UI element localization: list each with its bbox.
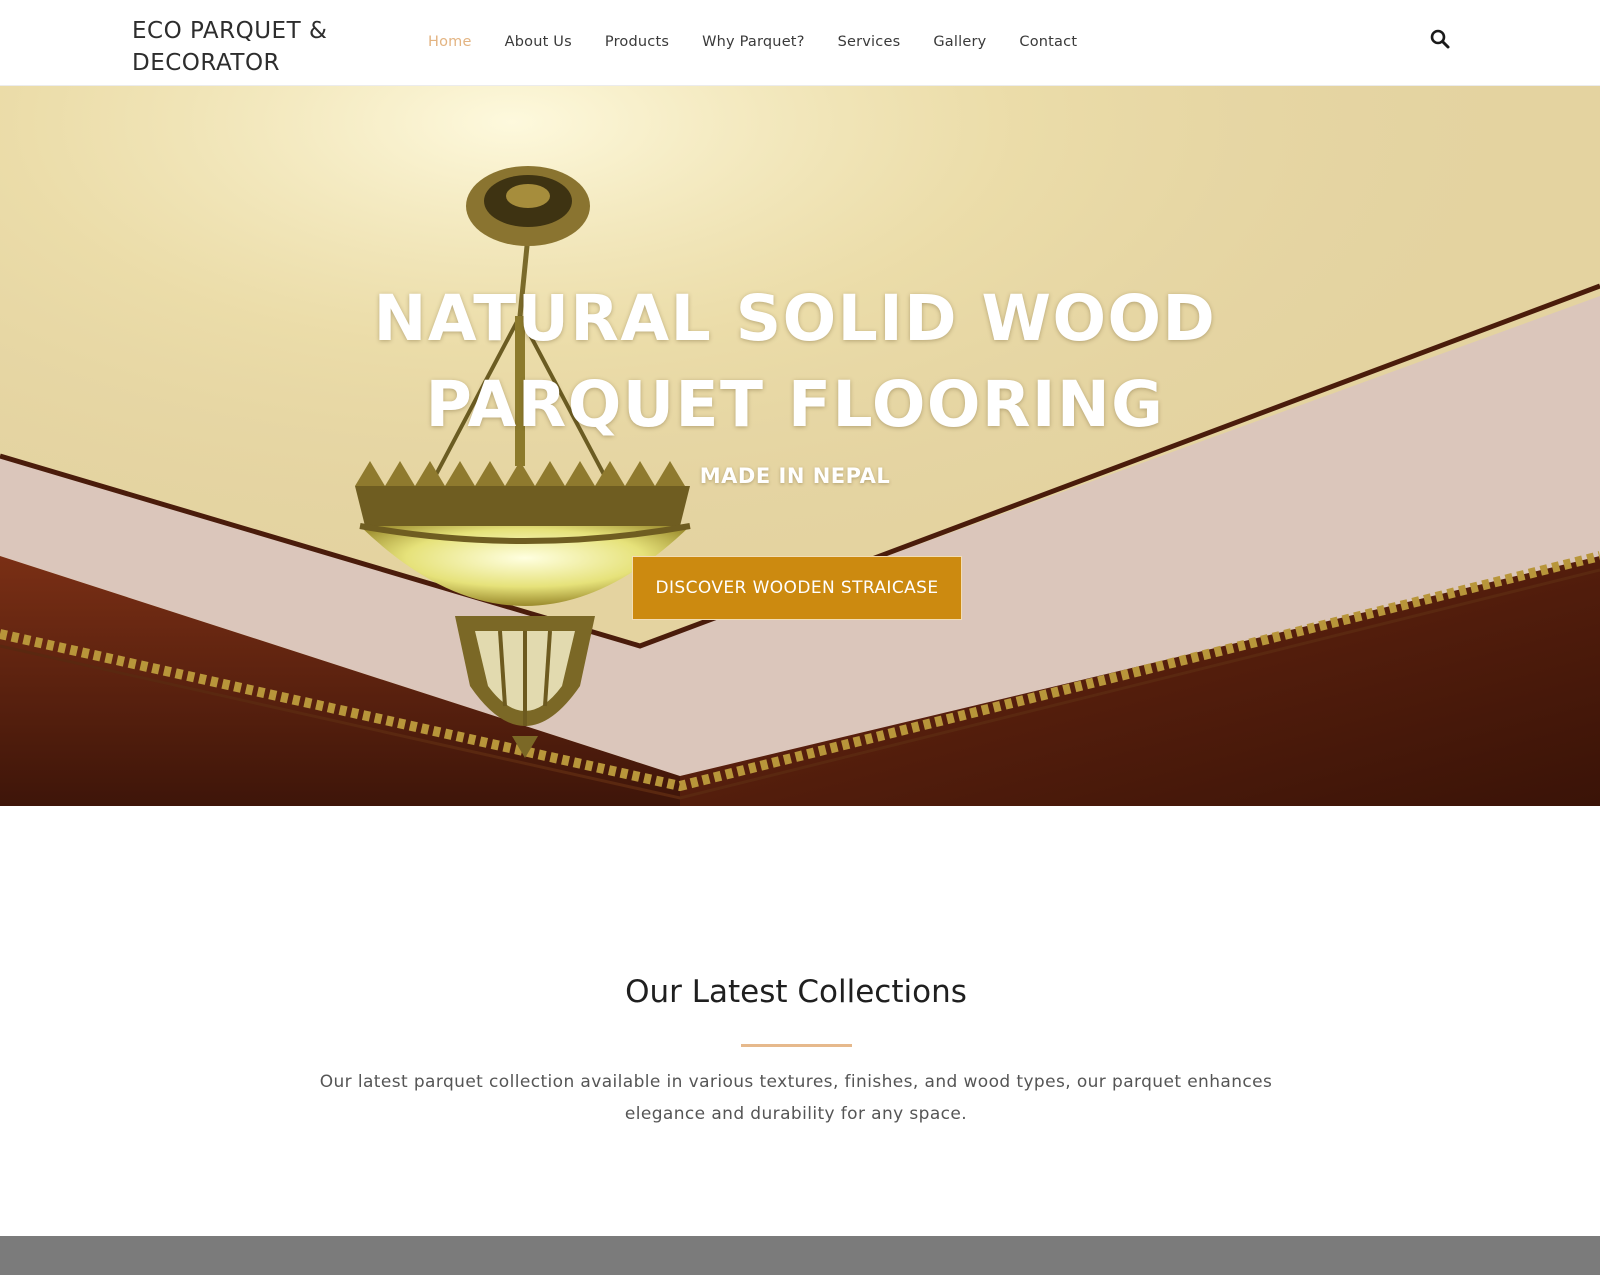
nav-item-gallery[interactable]: Gallery [933, 34, 986, 50]
footer-band [0, 1236, 1600, 1275]
hero-subtitle: MADE IN NEPAL [699, 464, 891, 488]
latest-collections-section: Our Latest Collections Our latest parque… [0, 806, 1600, 1236]
nav-item-contact[interactable]: Contact [1019, 34, 1077, 50]
nav-item-why-parquet[interactable]: Why Parquet? [702, 34, 805, 50]
site-logo-text[interactable]: ECO PARQUET & DECORATOR [132, 15, 372, 79]
title-divider [741, 1044, 852, 1047]
section-title: Our Latest Collections [625, 974, 967, 1010]
nav-item-home[interactable]: Home [428, 34, 472, 50]
discover-wooden-staircase-button[interactable]: DISCOVER WOODEN STRAICASE [632, 556, 962, 620]
search-icon [1430, 29, 1450, 49]
nav-item-about-us[interactable]: About Us [505, 34, 572, 50]
section-description: Our latest parquet collection available … [319, 1072, 1273, 1124]
nav-item-products[interactable]: Products [605, 34, 669, 50]
site-header: ECO PARQUET & DECORATOR Home About Us Pr… [0, 0, 1600, 86]
hero-banner: NATURAL SOLID WOOD PARQUET FLOORING MADE… [0, 86, 1600, 806]
nav-item-services[interactable]: Services [838, 34, 901, 50]
hero-title: NATURAL SOLID WOOD PARQUET FLOORING [373, 282, 1217, 441]
main-navigation: Home About Us Products Why Parquet? Serv… [428, 30, 1110, 54]
search-button[interactable] [1428, 27, 1452, 51]
